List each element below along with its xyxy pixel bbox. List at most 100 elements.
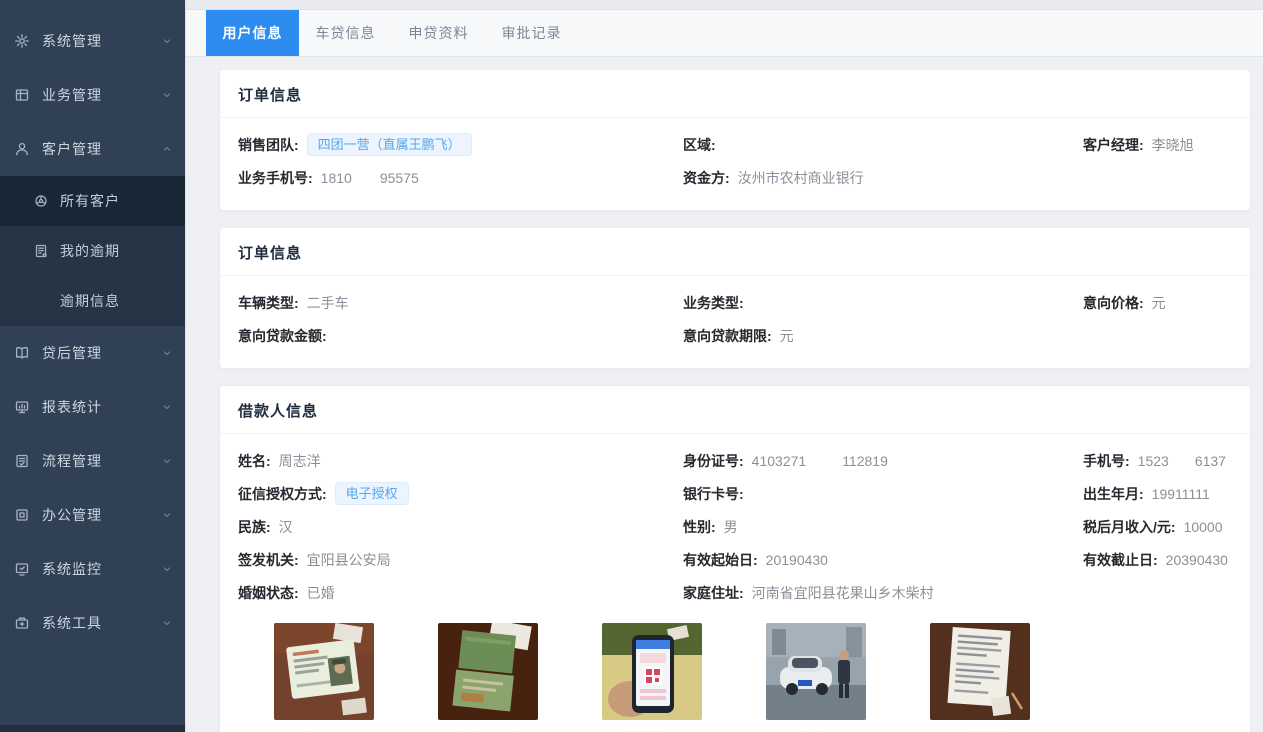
credit-authorization-tag: 电子授权 [335, 482, 409, 505]
sidebar-subitem-all-customers[interactable]: 所有客户 [0, 176, 185, 226]
id-card-photo[interactable] [274, 623, 374, 720]
card-title: 订单信息 [220, 228, 1250, 275]
photo-caption: 人车合影 [766, 728, 866, 732]
photo-caption: 授权截图 [602, 728, 702, 732]
tab-approval-records[interactable]: 审批记录 [485, 10, 578, 56]
field-business-type: 业务类型: [683, 293, 1083, 313]
field-value: 汉 [279, 517, 293, 537]
field-label: 销售团队: [238, 135, 299, 155]
redaction-box [1169, 453, 1195, 468]
field-label: 意向价格: [1083, 293, 1144, 313]
tools-icon [14, 615, 30, 631]
tab-user-info[interactable]: 用户信息 [206, 10, 299, 56]
field-label: 民族: [238, 517, 271, 537]
sidebar-item-system-management[interactable]: 系统管理 [0, 14, 185, 68]
field-label: 身份证号: [683, 451, 744, 471]
field-value: 男 [724, 517, 738, 537]
content-scroll-area[interactable]: 订单信息 销售团队: 四团一营（直属王鹏飞） 区域: 客户经理: [186, 57, 1263, 732]
card-body: 姓名: 周志洋 身份证号: 4103271112819 手机号: 1523613… [220, 434, 1250, 732]
book-icon [14, 345, 30, 361]
field-row: 销售团队: 四团一营（直属王鹏飞） 区域: 客户经理: 李晓旭 [238, 128, 1232, 161]
sidebar-subitem-overdue-info[interactable]: 逾期信息 [0, 276, 185, 326]
tab-car-loan-info[interactable]: 车贷信息 [299, 10, 392, 56]
sidebar-item-report-statistics[interactable]: 报表统计 [0, 380, 185, 434]
main-area: 用户信息 车贷信息 申贷资料 审批记录 订单信息 销售团队: 四团一营（直属王鹏… [185, 0, 1263, 732]
sidebar-item-label: 系统管理 [42, 31, 161, 51]
sidebar-subitem-my-overdue[interactable]: 我的逾期 [0, 226, 185, 276]
field-value: 二手车 [307, 293, 349, 313]
chevron-down-icon [161, 509, 173, 521]
sidebar-item-postloan-management[interactable]: 贷后管理 [0, 326, 185, 380]
field-funder: 资金方: 汝州市农村商业银行 [683, 168, 1083, 188]
field-label: 税后月收入/元: [1083, 517, 1176, 537]
photo-thumbnail[interactable]: 其他材料 [930, 623, 1030, 732]
field-label: 车辆类型: [238, 293, 299, 313]
photo-thumbnail[interactable]: 授权截图 [602, 623, 702, 732]
field-value: 周志洋 [279, 451, 321, 471]
sidebar-item-label: 办公管理 [42, 505, 161, 525]
field-region: 区域: [683, 135, 1083, 155]
field-label: 手机号: [1083, 451, 1130, 471]
field-row: 签发机关: 宜阳县公安局 有效起始日: 20190430 有效截止日: 2039… [238, 543, 1232, 576]
field-value: 元 [780, 326, 794, 346]
sidebar-item-business-management[interactable]: 业务管理 [0, 68, 185, 122]
sidebar-item-system-monitor[interactable]: 系统监控 [0, 542, 185, 596]
field-label: 资金方: [683, 168, 730, 188]
field-label: 意向贷款期限: [683, 326, 772, 346]
person-car-photo[interactable] [766, 623, 866, 720]
field-row: 姓名: 周志洋 身份证号: 4103271112819 手机号: 1523613… [238, 444, 1232, 477]
drivers-license-photo[interactable] [438, 623, 538, 720]
monitor-icon [14, 561, 30, 577]
sidebar-item-customer-management[interactable]: 客户管理 [0, 122, 185, 176]
photo-caption: 驾驶证照片 [438, 728, 538, 732]
sidebar-item-label: 贷后管理 [42, 343, 161, 363]
photo-thumbnail[interactable]: 身份证 [274, 623, 374, 732]
field-value: 19911111 [1152, 486, 1210, 502]
redaction-box [352, 170, 380, 185]
field-valid-from: 有效起始日: 20190430 [683, 550, 1083, 570]
top-strip [186, 0, 1263, 10]
sidebar-item-label: 系统工具 [42, 613, 161, 633]
sidebar-item-workflow-management[interactable]: 流程管理 [0, 434, 185, 488]
field-label: 有效起始日: [683, 550, 758, 570]
authorization-screenshot-photo[interactable] [602, 623, 702, 720]
gear-icon [14, 33, 30, 49]
card-body: 车辆类型: 二手车 业务类型: 意向价格: 元 [220, 276, 1250, 368]
field-label: 姓名: [238, 451, 271, 471]
field-label: 银行卡号: [683, 484, 744, 504]
photo-thumbnail[interactable]: 人车合影 [766, 623, 866, 732]
sidebar-item-label: 业务管理 [42, 85, 161, 105]
field-value: 李晓旭 [1152, 135, 1194, 155]
field-valid-to: 有效截止日: 20390430 [1083, 550, 1232, 570]
sidebar-subitem-label: 所有客户 [60, 191, 120, 211]
field-label: 区域: [683, 135, 716, 155]
field-value: 10000 [1184, 519, 1223, 535]
field-label: 客户经理: [1083, 135, 1144, 155]
field-row: 征信授权方式: 电子授权 银行卡号: 出生年月: 19911111 [238, 477, 1232, 510]
field-id-number: 身份证号: 4103271112819 [683, 451, 1083, 471]
detail-tabs: 用户信息 车贷信息 申贷资料 审批记录 [186, 10, 1263, 57]
chevron-down-icon [161, 563, 173, 575]
field-issuing-authority: 签发机关: 宜阳县公安局 [238, 550, 683, 570]
field-value-suffix: 6137 [1195, 453, 1226, 469]
sidebar-item-office-management[interactable]: 办公管理 [0, 488, 185, 542]
photo-thumbnail[interactable]: 驾驶证照片 [438, 623, 538, 732]
field-value: 河南省宜阳县花果山乡木柴村 [752, 583, 934, 603]
field-monthly-income: 税后月收入/元: 10000 [1083, 517, 1232, 537]
field-row: 民族: 汉 性别: 男 税后月收入/元: 10000 [238, 510, 1232, 543]
field-gender: 性别: 男 [683, 517, 1083, 537]
photo-caption: 身份证 [274, 728, 374, 732]
field-label: 家庭住址: [683, 583, 744, 603]
field-loan-term: 意向贷款期限: 元 [683, 326, 1083, 346]
field-row: 车辆类型: 二手车 业务类型: 意向价格: 元 [238, 286, 1232, 319]
sidebar-item-system-tools[interactable]: 系统工具 [0, 596, 185, 650]
other-document-photo[interactable] [930, 623, 1030, 720]
field-account-manager: 客户经理: 李晓旭 [1083, 135, 1232, 155]
field-value: 20190430 [766, 552, 828, 568]
sidebar-item-label: 报表统计 [42, 397, 161, 417]
field-loan-amount: 意向贷款金额: [238, 326, 683, 346]
field-bank-card: 银行卡号: [683, 484, 1083, 504]
photo-caption: 其他材料 [930, 728, 1030, 732]
tab-loan-application-materials[interactable]: 申贷资料 [392, 10, 485, 56]
card-title: 借款人信息 [220, 386, 1250, 433]
